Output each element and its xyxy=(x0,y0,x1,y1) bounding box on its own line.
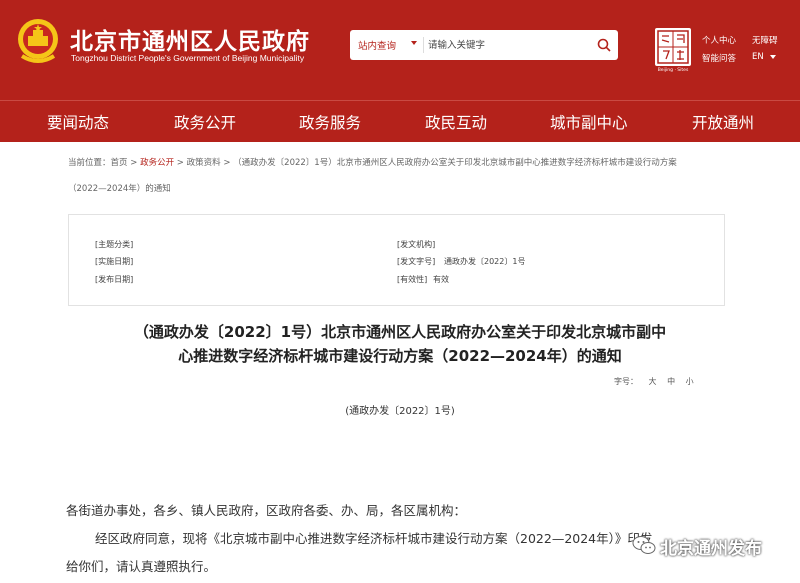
nav-item-services[interactable]: 政务服务 xyxy=(299,111,361,133)
meta-topic-label: [主题分类] xyxy=(95,240,134,249)
smart-qa-link[interactable]: 智能问答 xyxy=(702,52,736,64)
national-emblem-icon xyxy=(18,19,58,63)
font-size-control: 字号： 大 中 小 xyxy=(614,376,694,387)
search-box: 站内查询 xyxy=(350,30,618,60)
document-title-line: （通政办发〔2022〕1号）北京市通州区人民政府办公室关于印发北京城市副中 xyxy=(133,323,667,341)
site-subtitle: Tongzhou District People's Government of… xyxy=(71,53,305,63)
nav-item-sub-center[interactable]: 城市副中心 xyxy=(550,111,628,133)
breadcrumb-policy[interactable]: 政策资料 xyxy=(187,158,221,168)
font-size-small[interactable]: 小 xyxy=(686,377,694,386)
body-paragraph-cont: 给你们，请认真遵照执行。 xyxy=(66,559,217,574)
search-divider xyxy=(423,37,424,53)
font-size-medium[interactable]: 中 xyxy=(667,377,675,386)
addressee-line: 各街道办事处，各乡、镇人民政府，区政府各委、办、局，各区属机构： xyxy=(66,503,467,518)
main-nav: 要闻动态 政务公开 政务服务 政民互动 城市副中心 开放通州 xyxy=(0,100,800,142)
meta-issuer-label: [发文机构] xyxy=(397,240,436,249)
document-title: （通政办发〔2022〕1号）北京市通州区人民政府办公室关于印发北京城市副中 心推… xyxy=(70,320,730,368)
nav-item-interaction[interactable]: 政民互动 xyxy=(425,111,487,133)
nav-item-open-tongzhou[interactable]: 开放通州 xyxy=(692,111,754,133)
language-en-link[interactable]: EN xyxy=(752,52,764,62)
wechat-icon xyxy=(632,536,656,554)
breadcrumb-current: （通政办发〔2022〕1号）北京市通州区人民政府办公室关于印发北京城市副中心推进… xyxy=(233,158,677,168)
nav-item-gov-affairs[interactable]: 政务公开 xyxy=(174,111,236,133)
breadcrumb-current-cont: （2022—2024年）的通知 xyxy=(68,184,171,194)
chevron-down-icon xyxy=(770,55,776,59)
document-meta-box: [主题分类] [发文机构] [实施日期] [发文字号] 通政办发〔2022〕1号… xyxy=(68,214,725,306)
font-size-label: 字号： xyxy=(614,377,638,386)
search-input[interactable] xyxy=(428,34,588,56)
meta-docno-label: [发文字号] xyxy=(397,257,436,266)
accessibility-link[interactable]: 无障碍 xyxy=(752,34,778,46)
document-title-line: 心推进数字经济标杆城市建设行动方案（2022—2024年）的通知 xyxy=(178,347,622,365)
capital-seal-logo[interactable] xyxy=(655,28,691,66)
site-header: 北京市通州区人民政府 Tongzhou District People's Go… xyxy=(0,0,800,100)
breadcrumb-gov-affairs[interactable]: 政务公开 xyxy=(140,158,174,168)
meta-validity-value: 有效 xyxy=(433,275,449,284)
breadcrumb-separator: > xyxy=(220,158,234,168)
site-title[interactable]: 北京市通州区人民政府 xyxy=(70,22,310,56)
meta-effective-label: [实施日期] xyxy=(95,257,134,266)
breadcrumb-prefix: 当前位置： xyxy=(68,158,111,168)
seal-caption: Beijing · Sites xyxy=(657,68,689,73)
nav-item-news[interactable]: 要闻动态 xyxy=(47,111,109,133)
personal-center-link[interactable]: 个人中心 xyxy=(702,34,736,46)
meta-docno-value: 通政办发〔2022〕1号 xyxy=(444,257,526,266)
breadcrumb-separator: > xyxy=(174,158,187,168)
meta-validity-label: [有效性] xyxy=(397,275,428,284)
meta-publish-label: [发布日期] xyxy=(95,275,134,284)
chevron-down-icon xyxy=(411,41,417,45)
breadcrumb-separator: > xyxy=(127,158,141,168)
breadcrumb: 当前位置：首页 > 政务公开 > 政策资料 > （通政办发〔2022〕1号）北京… xyxy=(68,150,728,202)
body-paragraph: 经区政府同意，现将《北京城市副中心推进数字经济标杆城市建设行动方案（2022—2… xyxy=(95,531,653,546)
search-scope-select[interactable]: 站内查询 xyxy=(358,38,396,52)
watermark-text: 北京通州发布 xyxy=(660,539,762,559)
font-size-large[interactable]: 大 xyxy=(649,377,657,386)
breadcrumb-home[interactable]: 首页 xyxy=(111,158,128,168)
document-number: (通政办发〔2022〕1号) xyxy=(345,406,455,417)
search-icon[interactable] xyxy=(596,37,612,53)
